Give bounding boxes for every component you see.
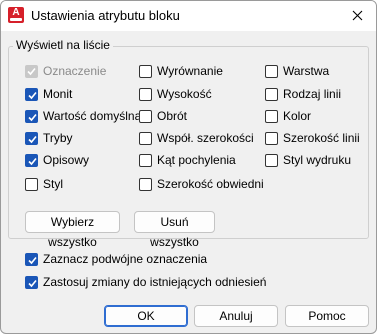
checkbox-box[interactable] <box>139 64 152 78</box>
group-legend: Wyświetl na liście <box>13 38 113 52</box>
autocad-app-icon: A <box>8 7 24 23</box>
checkbox-box[interactable] <box>265 153 278 167</box>
checkbox-label: Warstwa <box>283 64 330 78</box>
checkbox-kat-pochylenia[interactable]: Kąt pochylenia <box>139 152 236 168</box>
close-button[interactable] <box>340 1 376 31</box>
checkbox-styl-wydruku[interactable]: Styl wydruku <box>265 152 351 168</box>
select-all-button[interactable]: Wybierz wszystko <box>25 211 120 249</box>
checkbox-wyrownanie[interactable]: Wyrównanie <box>139 63 223 79</box>
title-bar: A Ustawienia atrybutu bloku <box>1 1 376 31</box>
checkbox-box[interactable] <box>25 177 38 191</box>
checkbox-zastosuj-zmiany-do-istniejacych-odniesien[interactable]: Zastosuj zmiany do istniejących odniesie… <box>25 274 266 290</box>
checkbox-monit[interactable]: Monit <box>25 86 72 102</box>
help-button[interactable]: Pomoc <box>285 305 369 327</box>
checkbox-box[interactable] <box>25 275 38 289</box>
checkbox-label: Styl <box>43 177 64 191</box>
checkbox-box[interactable] <box>265 87 278 101</box>
checkbox-box[interactable] <box>25 64 38 78</box>
checkbox-box[interactable] <box>139 87 152 101</box>
checkbox-box[interactable] <box>25 87 38 101</box>
checkbox-wspol-szerokosci[interactable]: Współ. szerokości <box>139 130 254 146</box>
checkmark-icon <box>28 157 37 165</box>
checkmark-icon <box>28 113 37 121</box>
checkbox-wysokosc[interactable]: Wysokość <box>139 86 212 102</box>
checkbox-label: Oznaczenie <box>43 64 107 78</box>
checkmark-icon <box>27 67 36 75</box>
checkbox-box[interactable] <box>139 177 152 191</box>
checkbox-tryby[interactable]: Tryby <box>25 130 73 146</box>
checkbox-szerokosc-linii[interactable]: Szerokość linii <box>265 130 360 146</box>
checkbox-box[interactable] <box>139 153 152 167</box>
checkbox-oznaczenie[interactable]: Oznaczenie <box>25 63 106 79</box>
checkbox-opisowy[interactable]: Opisowy <box>25 152 89 168</box>
checkbox-label: Zaznacz podwójne oznaczenia <box>43 252 208 266</box>
checkbox-label: Współ. szerokości <box>157 131 254 145</box>
checkbox-label: Opisowy <box>43 153 90 167</box>
checkbox-label: Obrót <box>157 109 188 123</box>
checkbox-label: Wartość domyślna <box>43 109 142 123</box>
checkbox-label: Monit <box>43 87 73 101</box>
checkbox-box[interactable] <box>25 131 38 145</box>
checkmark-icon <box>28 91 37 99</box>
checkbox-box[interactable] <box>265 64 278 78</box>
checkbox-label: Szerokość linii <box>283 131 360 145</box>
checkbox-wartosc-domyslna[interactable]: Wartość domyślna <box>25 108 141 124</box>
checkbox-box[interactable] <box>25 153 38 167</box>
checkmark-icon <box>28 256 37 264</box>
checkbox-label: Wyrównanie <box>157 64 223 78</box>
checkbox-label: Styl wydruku <box>283 153 352 167</box>
checkbox-warstwa[interactable]: Warstwa <box>265 63 329 79</box>
checkbox-zaznacz-podwojne-oznaczenia[interactable]: Zaznacz podwójne oznaczenia <box>25 251 207 267</box>
checkbox-label: Wysokość <box>157 87 212 101</box>
checkbox-label: Zastosuj zmiany do istniejących odniesie… <box>43 275 267 289</box>
checkmark-icon <box>28 135 37 143</box>
checkbox-label: Rodzaj linii <box>283 87 342 101</box>
checkbox-label: Kąt pochylenia <box>157 153 236 167</box>
checkbox-obrot[interactable]: Obrót <box>139 108 187 124</box>
checkbox-box[interactable] <box>265 109 278 123</box>
checkbox-box[interactable] <box>265 131 278 145</box>
checkbox-label: Kolor <box>283 109 312 123</box>
checkbox-label: Szerokość obwiedni <box>157 177 264 191</box>
window-title: Ustawienia atrybutu bloku <box>31 8 180 23</box>
app-icon-letter: A <box>12 7 20 18</box>
close-icon <box>352 10 363 21</box>
checkbox-label: Tryby <box>43 131 73 145</box>
checkmark-icon <box>28 279 37 287</box>
clear-all-button[interactable]: Usuń wszystko <box>134 211 215 249</box>
checkbox-box[interactable] <box>139 109 152 123</box>
checkbox-styl[interactable]: Styl <box>25 176 63 192</box>
checkbox-box[interactable] <box>25 109 38 123</box>
checkbox-rodzaj-linii[interactable]: Rodzaj linii <box>265 86 341 102</box>
checkbox-kolor[interactable]: Kolor <box>265 108 311 124</box>
checkbox-box[interactable] <box>139 131 152 145</box>
checkbox-box[interactable] <box>25 252 38 266</box>
checkbox-szerokosc-obwiedni[interactable]: Szerokość obwiedni <box>139 176 264 192</box>
ok-button[interactable]: OK <box>104 305 188 327</box>
cancel-button[interactable]: Anuluj <box>194 305 278 327</box>
block-attribute-settings-dialog: A Ustawienia atrybutu bloku Wyświetl na … <box>0 0 377 334</box>
app-icon-strip <box>10 18 22 21</box>
